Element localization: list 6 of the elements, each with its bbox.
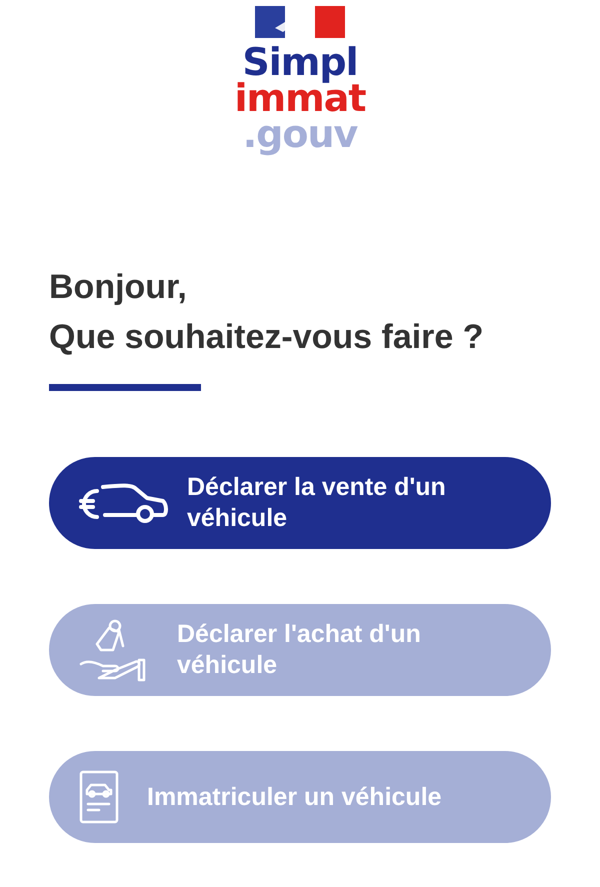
car-euro-icon [79, 481, 169, 525]
greeting: Bonjour, [49, 267, 187, 308]
question: Que souhaitez-vous faire ? [49, 317, 484, 358]
action-button[interactable]: Déclarer la vente d'un véhicule [49, 457, 551, 549]
flag-emblem-icon [255, 6, 345, 38]
document-car-icon [79, 770, 119, 824]
